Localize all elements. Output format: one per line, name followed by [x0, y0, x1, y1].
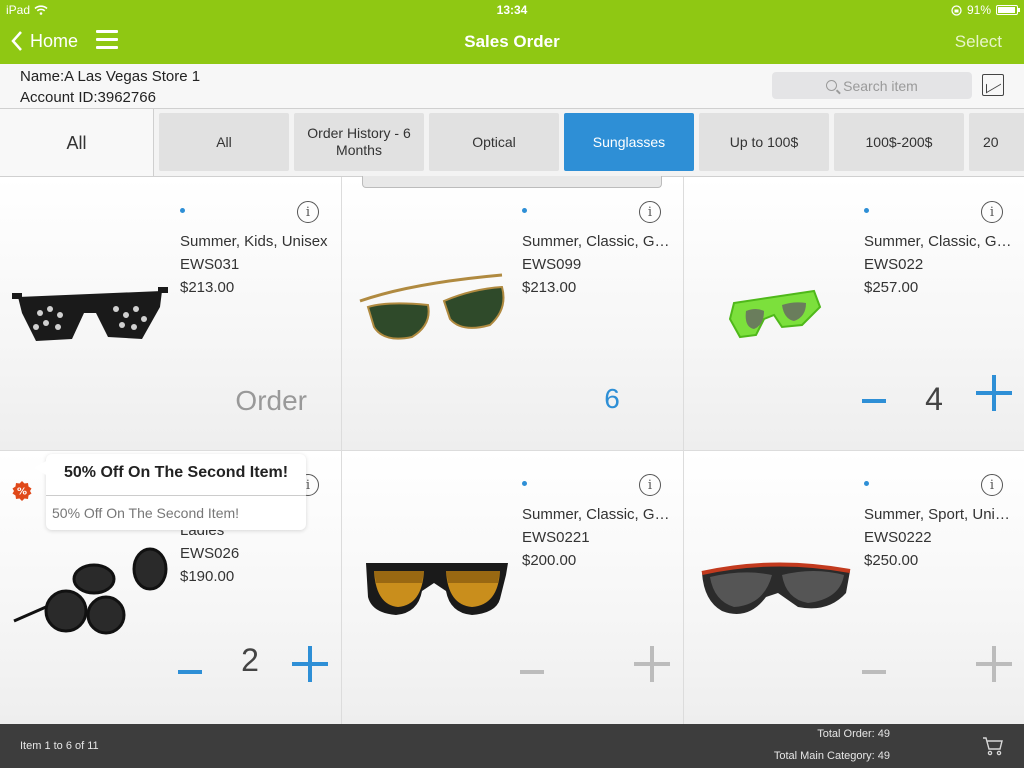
- promotion-title: 50% Off On The Second Item!: [63, 464, 289, 481]
- product-code: EWS031: [180, 256, 240, 273]
- nav-bar: Home Sales Order Select: [0, 20, 1024, 64]
- product-image: [366, 563, 508, 615]
- customer-name: Name:A Las Vegas Store 1: [20, 68, 201, 85]
- page-title: Sales Order: [464, 32, 560, 51]
- product-image: [12, 287, 168, 341]
- product-price: $213.00: [180, 279, 235, 296]
- customer-info-bar: Name:A Las Vegas Store 1 Account ID:3962…: [0, 64, 1024, 109]
- battery-icon: [996, 5, 1020, 15]
- increase-quantity-button[interactable]: [634, 646, 670, 682]
- product-grid: i Summer, Kids, Unisex EWS031 $213.00 Or…: [0, 177, 1024, 724]
- increase-quantity-button[interactable]: [976, 375, 1012, 411]
- product-image: [359, 273, 505, 340]
- tab-200-plus[interactable]: 20: [969, 113, 1024, 171]
- tab-optical[interactable]: Optical: [429, 113, 559, 171]
- decrease-quantity-button[interactable]: [862, 660, 886, 684]
- select-button[interactable]: Select: [955, 32, 1002, 52]
- tab-100-200[interactable]: 100$-200$: [834, 113, 964, 171]
- product-price: $200.00: [522, 552, 577, 569]
- main-category-all[interactable]: All: [0, 109, 154, 176]
- tab-up-to-100[interactable]: Up to 100$: [699, 113, 829, 171]
- product-code: EWS022: [864, 256, 924, 273]
- quantity-value: 6: [604, 383, 620, 414]
- quantity-value: 2: [241, 642, 259, 678]
- battery-percent: 91%: [966, 3, 991, 17]
- tab-order-history[interactable]: Order History - 6 Months: [294, 113, 424, 171]
- promotion-popover: 50% Off On The Second Item! 50% Off On T…: [34, 454, 306, 530]
- decrease-quantity-button[interactable]: [178, 660, 202, 684]
- cart-icon[interactable]: [982, 736, 1004, 756]
- order-button[interactable]: Order: [235, 385, 307, 417]
- pull-down-handle[interactable]: [362, 176, 662, 188]
- search-icon: [826, 80, 838, 91]
- info-icon[interactable]: i: [297, 201, 319, 223]
- product-image: [701, 562, 851, 614]
- product-code: EWS0221: [522, 529, 590, 546]
- category-bar: All All Order History - 6 Months Optical…: [0, 109, 1024, 177]
- product-name: Summer, Classic, Ge...: [522, 506, 674, 523]
- availability-dot: [180, 208, 185, 213]
- increase-quantity-button[interactable]: [292, 646, 328, 682]
- info-icon[interactable]: i: [981, 201, 1003, 223]
- promotion-subtitle: 50% Off On The Second Item!: [52, 505, 240, 521]
- product-price: $213.00: [522, 279, 577, 296]
- tab-sunglasses[interactable]: Sunglasses: [564, 113, 694, 171]
- image-view-icon[interactable]: [982, 74, 1004, 96]
- decrease-quantity-button[interactable]: [862, 389, 886, 413]
- product-card[interactable]: i Summer, Sport, Unisex EWS0222 $250.00: [684, 451, 1024, 724]
- availability-dot: [522, 481, 527, 486]
- product-price: $190.00: [180, 568, 235, 585]
- decrease-quantity-button[interactable]: [520, 660, 544, 684]
- product-image: [13, 547, 168, 635]
- availability-dot: [864, 208, 869, 213]
- svg-text:%: %: [17, 487, 27, 498]
- info-icon[interactable]: i: [981, 474, 1003, 496]
- product-price: $250.00: [864, 552, 919, 569]
- status-bar: iPad 13:34 91%: [0, 0, 1024, 20]
- info-icon[interactable]: i: [639, 474, 661, 496]
- search-placeholder: Search item: [843, 77, 918, 94]
- product-name: Summer, Sport, Unisex: [864, 506, 1016, 523]
- product-name: Summer, Classic, Ge...: [522, 233, 674, 250]
- search-input[interactable]: Search item: [772, 72, 972, 99]
- product-image: [728, 289, 822, 339]
- product-card[interactable]: i Summer, Classic, Ge... EWS0221 $200.00: [342, 451, 684, 724]
- info-icon[interactable]: i: [639, 201, 661, 223]
- discount-badge-icon[interactable]: %: [11, 480, 33, 502]
- total-main-category: Total Main Category: 49: [773, 750, 890, 762]
- increase-quantity-button[interactable]: [976, 646, 1012, 682]
- product-card[interactable]: i Summer, Classic, Ge... EWS099 $213.00 …: [342, 177, 684, 451]
- orientation-lock-icon: [951, 4, 962, 16]
- divider: [46, 495, 306, 496]
- product-name: Summer, Classic, Ge...: [864, 233, 1016, 250]
- product-card[interactable]: i Summer, Classic, Ge... EWS022 $257.00 …: [684, 177, 1024, 451]
- availability-dot: [864, 481, 869, 486]
- product-code: EWS0222: [864, 529, 932, 546]
- footer-bar: Item 1 to 6 of 11 Total Order: 49 Total …: [0, 724, 1024, 768]
- product-card[interactable]: i Summer, Kids, Unisex EWS031 $213.00 Or…: [0, 177, 342, 451]
- item-range: Item 1 to 6 of 11: [20, 740, 99, 752]
- product-price: $257.00: [864, 279, 919, 296]
- product-code: EWS026: [180, 545, 240, 562]
- product-name: Summer, Kids, Unisex: [180, 233, 328, 250]
- total-order: Total Order: 49: [817, 728, 890, 740]
- availability-dot: [522, 208, 527, 213]
- status-time: 13:34: [496, 3, 528, 17]
- product-code: EWS099: [522, 256, 582, 273]
- quantity-value: 4: [925, 381, 943, 417]
- customer-account-id: Account ID:3962766: [20, 89, 156, 106]
- tab-all[interactable]: All: [159, 113, 289, 171]
